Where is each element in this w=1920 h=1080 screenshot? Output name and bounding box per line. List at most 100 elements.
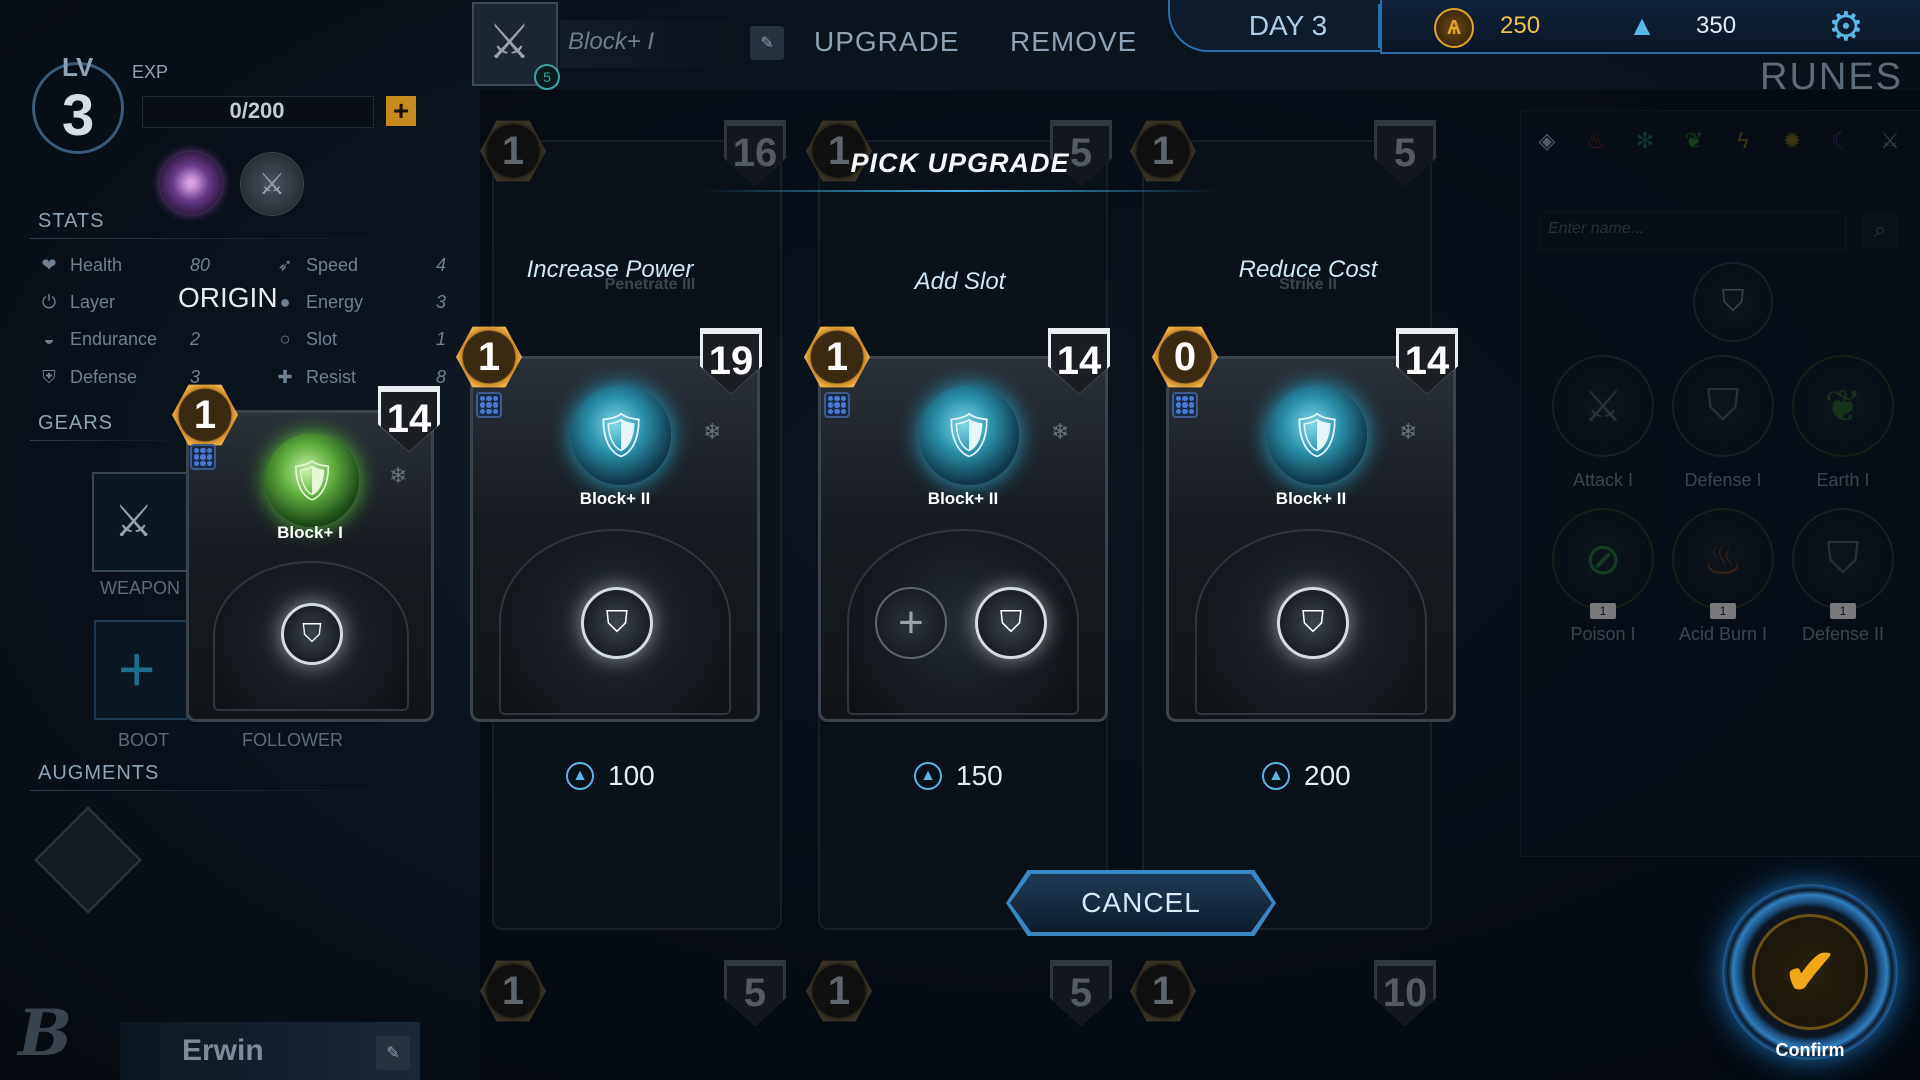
current-card-name: Block+ I [568,28,655,55]
gears-title: GEARS [38,412,114,434]
option-label: Increase Power [526,256,694,283]
origin-label: ORIGIN [178,282,278,313]
augments-title: AUGMENTS [38,762,160,784]
stats-title: STATS [38,210,105,232]
stat-label: Speed [306,254,359,275]
follower-label: FOLLOWER [242,730,344,750]
logo-icon: B [18,996,73,1071]
edit-card-button[interactable]: ✎ [750,26,784,60]
add-icon: + [118,633,156,705]
cancel-button[interactable]: CANCEL [1010,874,1272,932]
stat-label: Slot [306,328,338,349]
stat-label: Energy [306,291,364,312]
stats-divider [30,238,420,239]
sword-icon: ⚔ [488,16,532,69]
origin-orb-icon[interactable] [160,152,222,214]
augments-divider [30,790,420,791]
stat-health: ❤ Health 80 [38,254,210,276]
gears-divider [30,440,190,441]
banner-line [700,190,1220,192]
power-icon: ⏻ [41,291,57,312]
settings-icon: ❄ [1399,419,1418,444]
defense-rune-icon: ⛉ [581,587,653,659]
level-value: 3 [62,83,95,148]
checkmark-icon: ✔ [1783,935,1837,1008]
price-value: 100 [608,760,655,791]
pencil-icon: ✎ [386,1045,400,1062]
stat-defense: ⛨ Defense 3 [38,366,200,388]
player-name: Erwin [182,1034,264,1067]
stat-slot: ○ Slot 1 [274,328,446,350]
block-icon: 🛡 [1267,385,1367,485]
defense-rune-icon: ⛉ [975,587,1047,659]
stat-label: Defense [70,366,138,387]
settings-icon: ❄ [703,419,722,444]
exp-add-button[interactable]: + [386,96,416,126]
block-icon: 🛡 [265,433,359,527]
confirm-button[interactable]: ✔ [1752,914,1868,1030]
crystal-icon: ▲ [1628,10,1656,41]
level-label: LV [62,52,94,82]
empty-slot-icon: + [875,587,947,659]
slot-grid-icon [476,392,502,418]
weapon-label: WEAPON [100,578,181,598]
modal-title: PICK UPGRADE [850,148,1070,178]
remove-button[interactable]: REMOVE [1010,26,1137,58]
class-sword-icon[interactable]: ⚔ [240,152,304,216]
gold-coin-icon: Ѧ [1434,8,1474,48]
stat-label: Resist [306,366,357,387]
slot-grid-icon [1172,392,1198,418]
card-name: Block+ I [277,523,343,542]
stat-resist: ✚ Resist 8 [274,366,446,388]
stat-energy: ● Energy 3 [274,291,446,313]
stat-value: 3 [190,366,201,387]
card-level-badge: 5 [534,64,560,90]
endurance-icon: ◒ [43,328,55,349]
stat-label: Layer [70,291,116,312]
boot-label: BOOT [118,730,170,750]
defense-rune-icon: ⛉ [281,603,343,665]
gear-icon[interactable]: ⚙ [1828,4,1864,50]
stat-label: Endurance [70,328,158,349]
stat-value: 1 [436,328,447,349]
option-label: Reduce Cost [1238,256,1378,283]
upgrade-option-increase-power[interactable]: 🛡 Block+ II ⛉ ❄ [470,356,760,722]
slot-icon: ○ [279,328,291,349]
option-price: ▲ 200 [1262,760,1351,792]
stat-value: 80 [190,254,211,275]
name-bar [120,1022,420,1080]
upgrade-option-add-slot[interactable]: 🛡 Block+ II + ⛉ ❄ [818,356,1108,722]
crystal-icon: ▲ [566,762,594,790]
card-cost: 1 [477,334,501,379]
pencil-icon: ✎ [760,35,774,52]
weapon-slot[interactable]: ⚔ [92,472,188,572]
stat-value: 4 [436,254,447,275]
option-price: ▲ 150 [914,760,1003,792]
shield-icon: ⛨ [42,366,56,387]
boot-slot[interactable]: + [94,620,188,720]
slot-grid-icon [190,444,216,470]
divider [1378,4,1380,48]
stat-label: Health [70,254,123,275]
card-name: Block+ II [579,489,651,508]
block-icon: 🛡 [571,385,671,485]
price-value: 200 [1304,760,1351,791]
stat-value: 2 [190,328,201,349]
resist-icon: ✚ [277,366,293,387]
settings-icon: ❄ [389,463,408,488]
exp-label: EXP [132,62,169,82]
stat-endurance: ◒ Endurance 2 [38,328,200,350]
selected-card: 🛡 Block+ I ⛉ ❄ [186,410,434,722]
day-label: DAY 3 [1248,10,1328,41]
upgrade-option-reduce-cost[interactable]: 🛡 Block+ II ⛉ ❄ [1166,356,1456,722]
price-value: 150 [956,760,1003,791]
edit-name-button[interactable]: ✎ [376,1036,410,1070]
option-label: Add Slot [914,268,1006,295]
crystal-value: 350 [1696,12,1737,39]
upgrade-button[interactable]: UPGRADE [814,26,959,58]
block-icon: 🛡 [919,385,1019,485]
crystal-icon: ▲ [1262,762,1290,790]
stat-value: 8 [436,366,447,387]
stat-layer: ⏻ Layer [38,291,180,313]
stat-speed: ➶ Speed 4 [274,254,446,276]
